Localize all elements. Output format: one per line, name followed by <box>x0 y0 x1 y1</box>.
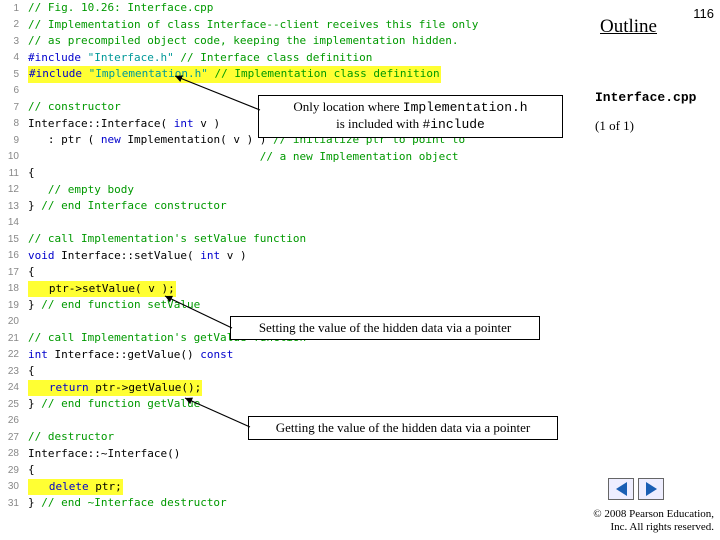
line-number: 16 <box>0 250 22 261</box>
code-line: 29{ <box>0 462 595 479</box>
code-line: 3// as precompiled object code, keeping … <box>0 33 595 50</box>
line-number: 3 <box>0 36 22 47</box>
copyright-notice: © 2008 Pearson Education, Inc. All right… <box>593 508 714 534</box>
line-number: 12 <box>0 184 22 195</box>
triangle-left-icon <box>616 482 627 496</box>
code-line: 15// call Implementation's setValue func… <box>0 231 595 248</box>
code-content: #include "Implementation.h" // Implement… <box>22 66 441 83</box>
code-content: } // end ~Interface destructor <box>22 495 227 512</box>
code-line: 16void Interface::setValue( int v ) <box>0 248 595 265</box>
code-content: Interface::~Interface() <box>22 446 180 463</box>
line-number: 18 <box>0 283 22 294</box>
line-number: 24 <box>0 382 22 393</box>
line-number: 26 <box>0 415 22 426</box>
line-number: 25 <box>0 399 22 410</box>
code-content: { <box>22 363 35 380</box>
code-content: // Fig. 10.26: Interface.cpp <box>22 0 213 17</box>
code-content: delete ptr; <box>22 479 123 496</box>
outline-heading: Outline <box>600 16 657 38</box>
line-number: 4 <box>0 52 22 63</box>
next-slide-button[interactable] <box>638 478 664 500</box>
code-line: 11{ <box>0 165 595 182</box>
source-filename: Interface.cpp <box>595 90 696 105</box>
code-line: 22int Interface::getValue() const <box>0 347 595 364</box>
line-number: 22 <box>0 349 22 360</box>
code-line: 10 // a new Implementation object <box>0 149 595 166</box>
code-content: return ptr->getValue(); <box>22 380 202 397</box>
line-number: 23 <box>0 366 22 377</box>
code-content: } // end Interface constructor <box>22 198 227 215</box>
line-number: 31 <box>0 498 22 509</box>
line-number: 17 <box>0 267 22 278</box>
code-line: 12 // empty body <box>0 182 595 199</box>
code-line: 31} // end ~Interface destructor <box>0 495 595 512</box>
line-number: 14 <box>0 217 22 228</box>
code-content: // Implementation of class Interface--cl… <box>22 17 478 34</box>
page-of-pages: (1 of 1) <box>595 118 634 134</box>
callout-include-location: Only location where Implementation.h is … <box>258 95 563 138</box>
line-number: 1 <box>0 3 22 14</box>
line-number: 8 <box>0 118 22 129</box>
code-content: // empty body <box>22 182 134 199</box>
line-number: 19 <box>0 300 22 311</box>
page-number: 116 <box>693 6 714 21</box>
callout-setvalue: Setting the value of the hidden data via… <box>230 316 540 340</box>
code-content: } // end function setValue <box>22 297 200 314</box>
line-number: 27 <box>0 432 22 443</box>
code-content: // call Implementation's setValue functi… <box>22 231 306 248</box>
line-number: 20 <box>0 316 22 327</box>
triangle-right-icon <box>646 482 657 496</box>
code-line: 24 return ptr->getValue(); <box>0 380 595 397</box>
line-number: 11 <box>0 168 22 179</box>
code-content: // as precompiled object code, keeping t… <box>22 33 458 50</box>
code-line: 17{ <box>0 264 595 281</box>
code-line: 14 <box>0 215 595 232</box>
line-number: 5 <box>0 69 22 80</box>
line-number: 29 <box>0 465 22 476</box>
line-number: 6 <box>0 85 22 96</box>
code-content: // a new Implementation object <box>22 149 458 166</box>
code-content: { <box>22 462 35 479</box>
code-line: 2// Implementation of class Interface--c… <box>0 17 595 34</box>
line-number: 13 <box>0 201 22 212</box>
line-number: 10 <box>0 151 22 162</box>
code-content: void Interface::setValue( int v ) <box>22 248 247 265</box>
prev-slide-button[interactable] <box>608 478 634 500</box>
code-line: 5#include "Implementation.h" // Implemen… <box>0 66 595 83</box>
code-content: Interface::Interface( int v ) <box>22 116 220 133</box>
line-number: 28 <box>0 448 22 459</box>
line-number: 2 <box>0 19 22 30</box>
code-content: // destructor <box>22 429 114 446</box>
code-line: 30 delete ptr; <box>0 479 595 496</box>
code-line: 13} // end Interface constructor <box>0 198 595 215</box>
slide-nav <box>608 478 664 500</box>
code-line: 19} // end function setValue <box>0 297 595 314</box>
code-line: 25} // end function getValue <box>0 396 595 413</box>
callout-getvalue: Getting the value of the hidden data via… <box>248 416 558 440</box>
line-number: 9 <box>0 135 22 146</box>
line-number: 15 <box>0 234 22 245</box>
code-content: int Interface::getValue() const <box>22 347 233 364</box>
code-content: #include "Interface.h" // Interface clas… <box>22 50 372 67</box>
line-number: 21 <box>0 333 22 344</box>
code-line: 1// Fig. 10.26: Interface.cpp <box>0 0 595 17</box>
line-number: 30 <box>0 481 22 492</box>
code-content: } // end function getValue <box>22 396 200 413</box>
code-line: 23{ <box>0 363 595 380</box>
code-content: { <box>22 264 35 281</box>
code-content: ptr->setValue( v ); <box>22 281 176 298</box>
code-content: // constructor <box>22 99 121 116</box>
code-line: 4#include "Interface.h" // Interface cla… <box>0 50 595 67</box>
code-content: { <box>22 165 35 182</box>
code-line: 18 ptr->setValue( v ); <box>0 281 595 298</box>
line-number: 7 <box>0 102 22 113</box>
code-line: 28Interface::~Interface() <box>0 446 595 463</box>
